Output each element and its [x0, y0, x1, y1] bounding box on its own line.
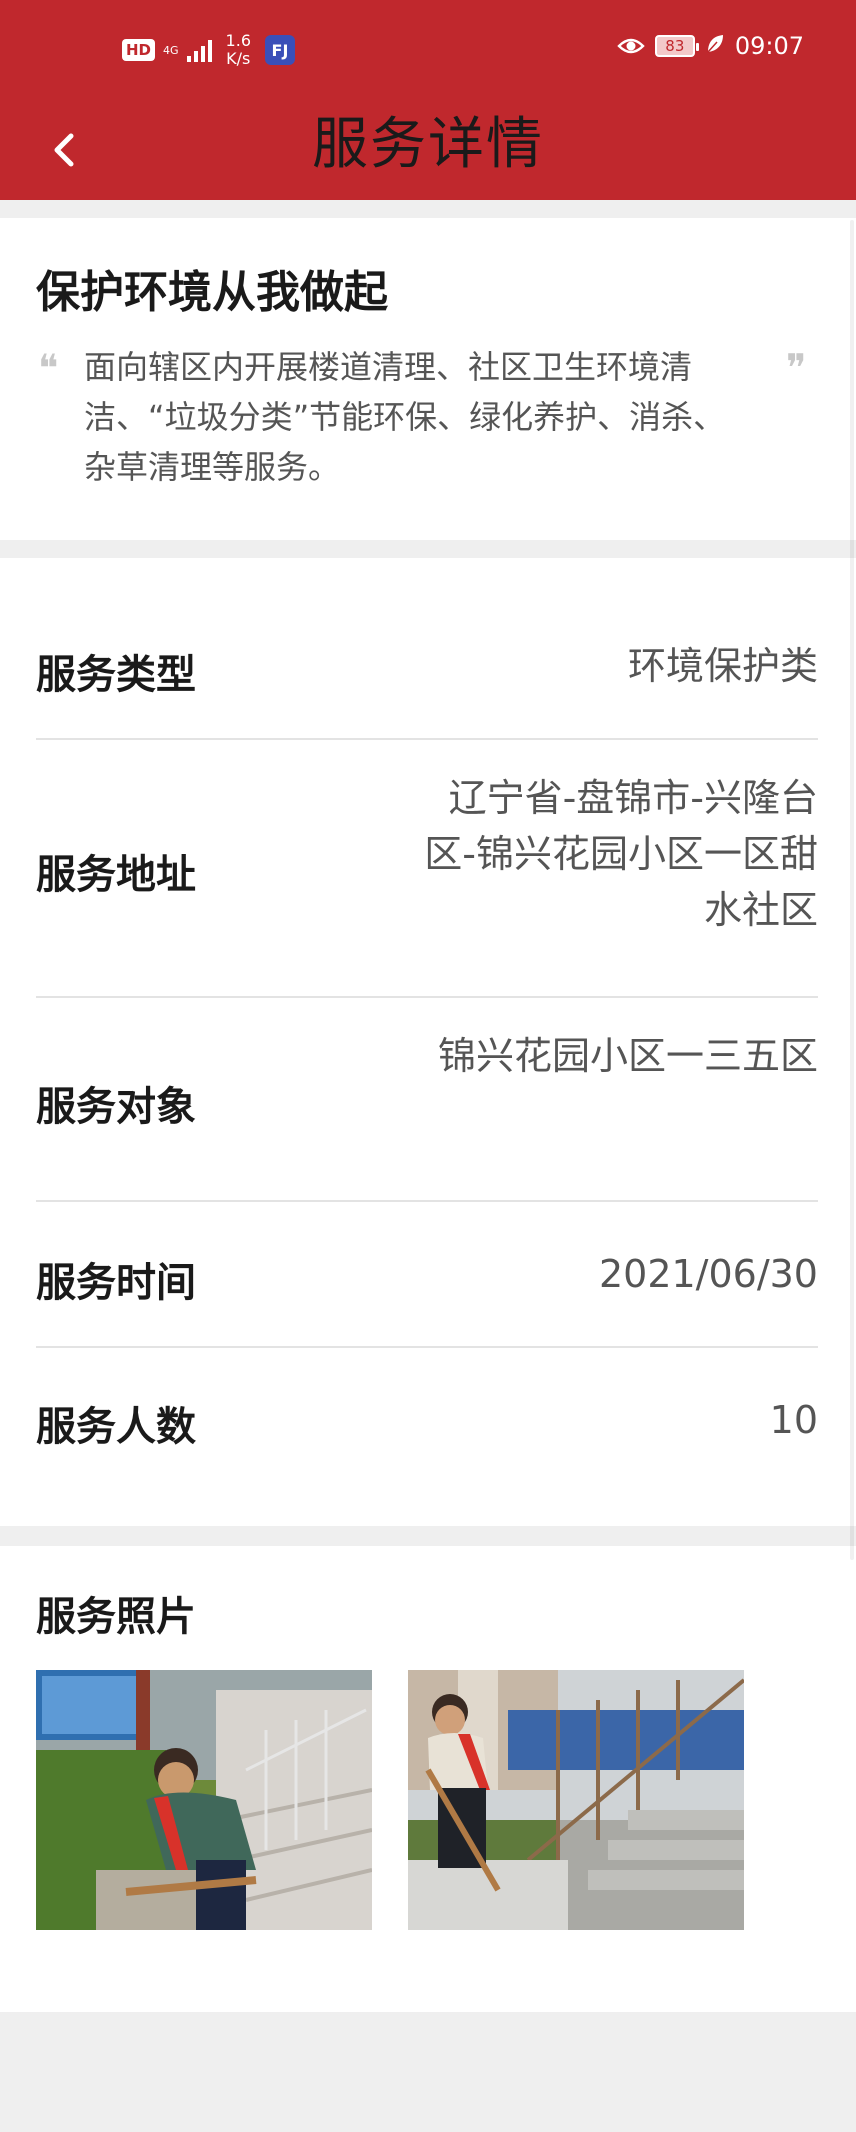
- eye-icon: [617, 36, 645, 56]
- status-left: HD 4G 1.6 K/s FJ: [122, 32, 295, 68]
- detail-label: 服务对象: [36, 1084, 196, 1130]
- leaf-icon: [705, 33, 725, 59]
- hd-badge: HD: [122, 39, 156, 61]
- page-title: 服务详情: [312, 112, 544, 177]
- detail-value: 2021/06/30: [598, 1252, 818, 1296]
- details-card: 服务类型 环境保护类 服务地址 辽宁省-盘锦市-兴隆台区-锦兴花园小区一区甜水社…: [0, 558, 856, 1526]
- detail-value: 辽宁省-盘锦市-兴隆台区-锦兴花园小区一区甜水社区: [424, 776, 818, 932]
- detail-row-address: 服务地址 辽宁省-盘锦市-兴隆台区-锦兴花园小区一区甜水社区: [36, 740, 818, 998]
- detail-row-time: 服务时间 2021/06/30: [36, 1202, 818, 1348]
- status-right: 83 09:07: [617, 32, 804, 60]
- battery-icon: 83: [654, 35, 699, 57]
- status-bar: HD 4G 1.6 K/s FJ 83 09:07: [0, 0, 856, 100]
- photos-title: 服务照片: [36, 1594, 196, 1640]
- signal-icon: [186, 38, 212, 62]
- service-description: 面向辖区内开展楼道清理、社区卫生环境清洁、“垃圾分类”节能环保、绿化养护、消杀、…: [84, 348, 726, 486]
- detail-row-target: 服务对象 锦兴花园小区一三五区: [36, 998, 818, 1202]
- intro-card: 保护环境从我做起 ❝ 面向辖区内开展楼道清理、社区卫生环境清洁、“垃圾分类”节能…: [0, 218, 856, 540]
- detail-label: 服务时间: [36, 1260, 196, 1306]
- speed-value: 1.6: [225, 31, 251, 50]
- network-label: 4G: [163, 43, 179, 57]
- detail-value: 10: [769, 1398, 818, 1442]
- quote-close-icon: ❞: [786, 346, 807, 390]
- clock: 09:07: [734, 32, 804, 60]
- service-photo-1[interactable]: [36, 1670, 372, 1930]
- scrollbar[interactable]: [850, 220, 854, 1560]
- detail-label: 服务人数: [36, 1404, 196, 1450]
- detail-row-people: 服务人数 10: [36, 1348, 818, 1498]
- service-title: 保护环境从我做起: [36, 267, 388, 318]
- service-photo-2[interactable]: [408, 1670, 744, 1930]
- network-speed: 1.6 K/s: [226, 32, 251, 68]
- network-type: 4G: [163, 45, 179, 56]
- detail-value: 环境保护类: [627, 644, 818, 688]
- app-notification-icon: FJ: [265, 35, 295, 65]
- detail-row-type: 服务类型 环境保护类: [36, 558, 818, 740]
- detail-label: 服务类型: [36, 652, 196, 698]
- quote-open-icon: ❝: [38, 346, 59, 390]
- photos-card: 服务照片: [0, 1546, 856, 2012]
- speed-unit: K/s: [226, 49, 251, 68]
- app-bar: 服务详情: [0, 100, 856, 200]
- detail-label: 服务地址: [36, 852, 196, 898]
- detail-value: 锦兴花园小区一三五区: [437, 1034, 818, 1078]
